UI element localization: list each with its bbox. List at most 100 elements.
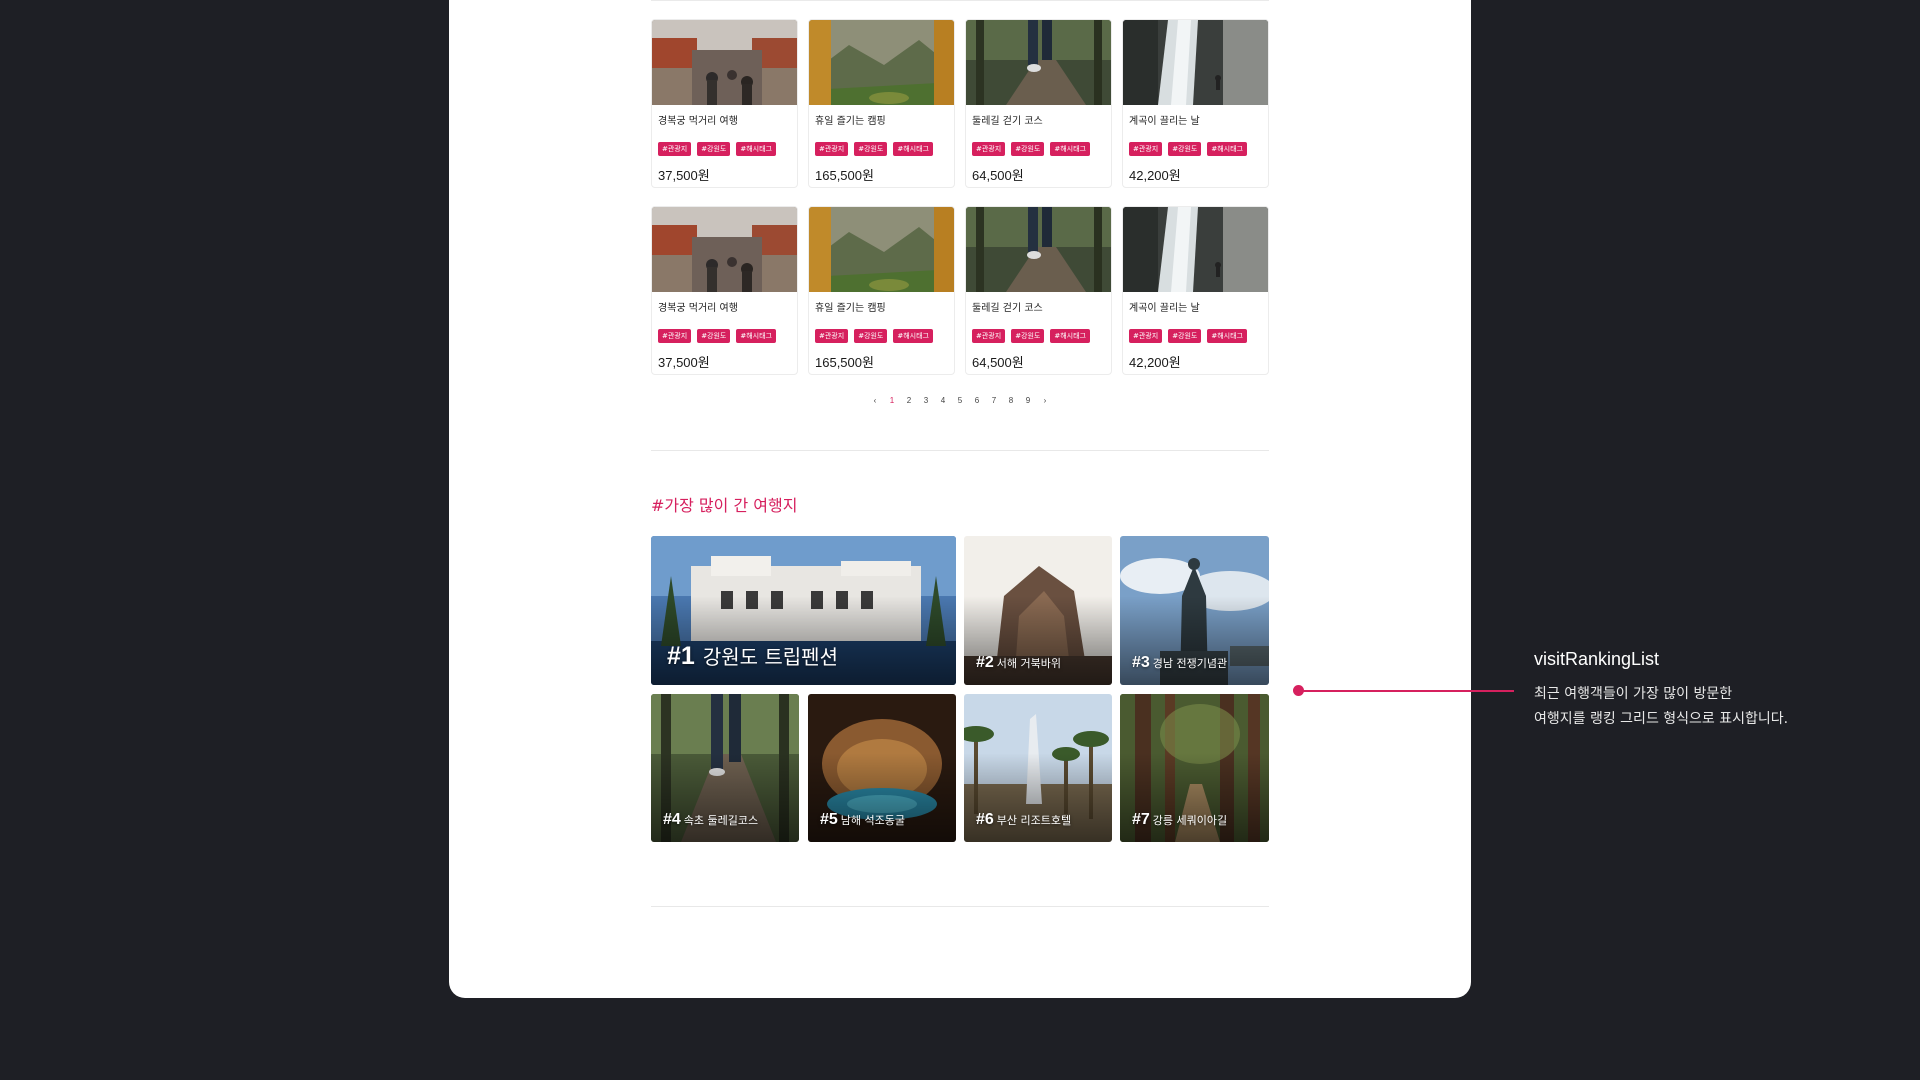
tag-list: #관광지 #강원도 #해시태그 [972, 329, 1091, 343]
product-price: 64,500원 [972, 168, 1024, 183]
product-title: 계곡이 끌리는 날 [1129, 116, 1200, 127]
product-card[interactable]: 둘레길 걷기 코스 #관광지 #강원도 #해시태그 64,500원 [965, 206, 1112, 375]
tag[interactable]: #관광지 [658, 142, 692, 156]
rank-name: 서해 거북바위 [996, 657, 1062, 670]
page-9[interactable]: 9 [1024, 396, 1032, 405]
page-4[interactable]: 4 [939, 396, 947, 405]
product-price: 42,200원 [1129, 168, 1181, 183]
rank-name: 남해 석조동굴 [840, 814, 906, 827]
tag-list: #관광지 #강원도 #해시태그 [815, 142, 934, 156]
tent-mountain-photo [809, 207, 954, 292]
rank-label: #1 강원도 트립펜션 [667, 641, 838, 671]
page-1[interactable]: 1 [888, 396, 896, 405]
product-title: 계곡이 끌리는 날 [1129, 303, 1200, 314]
annotation-description: 최근 여행객들이 가장 많이 방문한 여행지를 랭킹 그리드 형식으로 표시합니… [1534, 682, 1788, 732]
pagination: ‹ 1 2 3 4 5 6 7 8 9 › [651, 396, 1269, 405]
product-card[interactable]: 휴일 즐기는 캠핑 #관광지 #강원도 #해시태그 165,500원 [808, 206, 955, 375]
tag[interactable]: #관광지 [1129, 142, 1163, 156]
rank-number: #3 [1132, 654, 1150, 671]
product-title: 경복궁 먹거리 여행 [658, 116, 738, 127]
page-8[interactable]: 8 [1007, 396, 1015, 405]
product-title: 휴일 즐기는 캠핑 [815, 303, 886, 314]
annotation-line-1: 최근 여행객들이 가장 많이 방문한 [1534, 686, 1733, 702]
product-card[interactable]: 둘레길 걷기 코스 #관광지 #강원도 #해시태그 64,500원 [965, 19, 1112, 188]
prev-page-button[interactable]: ‹ [871, 396, 879, 405]
tag-list: #관광지 #강원도 #해시태그 [815, 329, 934, 343]
tag[interactable]: #해시태그 [893, 142, 934, 156]
page-6[interactable]: 6 [973, 396, 981, 405]
tag[interactable]: #강원도 [1168, 329, 1202, 343]
rank-item-1[interactable]: #1 강원도 트립펜션 [651, 536, 956, 685]
section-divider [651, 906, 1269, 907]
product-card[interactable]: 경복궁 먹거리 여행 #관광지 #강원도 #해시태그 37,500원 [651, 206, 798, 375]
tag[interactable]: #강원도 [1011, 329, 1045, 343]
tag[interactable]: #해시태그 [1207, 142, 1248, 156]
product-grid-row-2: 경복궁 먹거리 여행 #관광지 #강원도 #해시태그 37,500원 휴일 즐기… [651, 206, 1269, 375]
ranking-section-title: #가장 많이 간 여행지 [651, 496, 798, 515]
rank-label: #6 부산 리조트호텔 [976, 809, 1071, 829]
tag[interactable]: #관광지 [972, 142, 1006, 156]
product-title: 휴일 즐기는 캠핑 [815, 116, 886, 127]
rank-number: #7 [1132, 811, 1150, 828]
page-3[interactable]: 3 [922, 396, 930, 405]
product-title: 둘레길 걷기 코스 [972, 116, 1043, 127]
rank-number: #1 [667, 642, 695, 670]
page-5[interactable]: 5 [956, 396, 964, 405]
rank-item-7[interactable]: #7 강릉 세쿼이아길 [1120, 694, 1269, 842]
rank-label: #3 경남 전쟁기념관 [1132, 652, 1227, 672]
tag-list: #관광지 #강원도 #해시태그 [972, 142, 1091, 156]
tag[interactable]: #관광지 [658, 329, 692, 343]
rank-item-3[interactable]: #3 경남 전쟁기념관 [1120, 536, 1269, 685]
tag[interactable]: #강원도 [697, 329, 731, 343]
tag[interactable]: #관광지 [1129, 329, 1163, 343]
tag[interactable]: #강원도 [854, 142, 888, 156]
tag-list: #관광지 #강원도 #해시태그 [658, 329, 777, 343]
tag[interactable]: #해시태그 [736, 329, 777, 343]
product-price: 64,500원 [972, 355, 1024, 370]
product-card[interactable]: 경복궁 먹거리 여행 #관광지 #강원도 #해시태그 37,500원 [651, 19, 798, 188]
tag[interactable]: #해시태그 [1050, 142, 1091, 156]
rank-name: 속초 둘레길코스 [683, 814, 759, 827]
product-price: 37,500원 [658, 168, 710, 183]
rank-label: #7 강릉 세쿼이아길 [1132, 809, 1227, 829]
tag[interactable]: #강원도 [854, 329, 888, 343]
product-title: 경복궁 먹거리 여행 [658, 303, 738, 314]
tag[interactable]: #해시태그 [1207, 329, 1248, 343]
product-card[interactable]: 계곡이 끌리는 날 #관광지 #강원도 #해시태그 42,200원 [1122, 206, 1269, 375]
tag[interactable]: #관광지 [815, 329, 849, 343]
annotation-line-2: 여행지를 랭킹 그리드 형식으로 표시합니다. [1534, 711, 1789, 727]
rank-item-4[interactable]: #4 속초 둘레길코스 [651, 694, 799, 842]
product-card[interactable]: 계곡이 끌리는 날 #관광지 #강원도 #해시태그 42,200원 [1122, 19, 1269, 188]
rank-item-6[interactable]: #6 부산 리조트호텔 [964, 694, 1112, 842]
rank-item-5[interactable]: #5 남해 석조동굴 [808, 694, 956, 842]
market-street-photo [652, 20, 797, 105]
next-page-button[interactable]: › [1041, 396, 1049, 405]
rank-label: #5 남해 석조동굴 [820, 809, 905, 829]
rank-name: 경남 전쟁기념관 [1152, 657, 1228, 670]
tag[interactable]: #관광지 [972, 329, 1006, 343]
rank-name: 강원도 트립펜션 [702, 645, 838, 669]
tent-mountain-photo [809, 20, 954, 105]
market-street-photo [652, 207, 797, 292]
page-7[interactable]: 7 [990, 396, 998, 405]
page-2[interactable]: 2 [905, 396, 913, 405]
tag[interactable]: #강원도 [697, 142, 731, 156]
annotation-connector-line [1299, 690, 1514, 692]
product-card[interactable]: 휴일 즐기는 캠핑 #관광지 #강원도 #해시태그 165,500원 [808, 19, 955, 188]
rank-item-2[interactable]: #2 서해 거북바위 [964, 536, 1112, 685]
tag[interactable]: #해시태그 [736, 142, 777, 156]
tag[interactable]: #관광지 [815, 142, 849, 156]
tag-list: #관광지 #강원도 #해시태그 [1129, 142, 1248, 156]
rank-number: #6 [976, 811, 994, 828]
annotation-title: visitRankingList [1534, 649, 1660, 669]
rank-number: #2 [976, 654, 994, 671]
top-divider [651, 0, 1269, 1]
tag[interactable]: #강원도 [1011, 142, 1045, 156]
product-title: 둘레길 걷기 코스 [972, 303, 1043, 314]
tag[interactable]: #강원도 [1168, 142, 1202, 156]
rank-number: #5 [820, 811, 838, 828]
rank-label: #2 서해 거북바위 [976, 652, 1061, 672]
product-price: 37,500원 [658, 355, 710, 370]
tag[interactable]: #해시태그 [893, 329, 934, 343]
tag[interactable]: #해시태그 [1050, 329, 1091, 343]
